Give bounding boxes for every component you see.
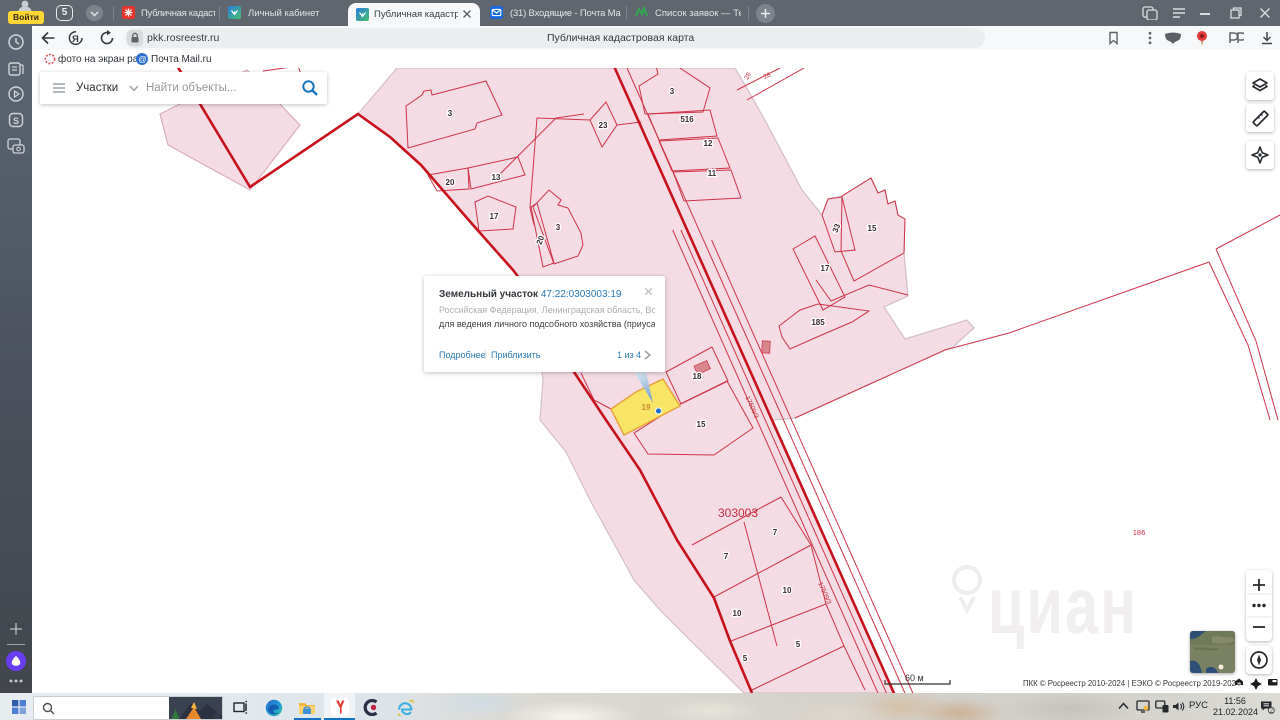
svg-text:7: 7 bbox=[773, 528, 778, 537]
svg-text:60 м: 60 м bbox=[905, 673, 924, 683]
svg-text:23: 23 bbox=[599, 121, 608, 130]
svg-text:10: 10 bbox=[733, 609, 742, 618]
svg-text:11: 11 bbox=[708, 169, 717, 178]
svg-text:13: 13 bbox=[492, 173, 501, 182]
svg-text:S: S bbox=[13, 116, 19, 126]
svg-text:17: 17 bbox=[821, 264, 830, 273]
svg-text:3: 3 bbox=[670, 87, 675, 96]
svg-text:12: 12 bbox=[704, 139, 713, 148]
svg-text:3: 3 bbox=[556, 223, 561, 232]
svg-text:15: 15 bbox=[868, 224, 877, 233]
svg-text:3: 3 bbox=[448, 109, 453, 118]
svg-text:19: 19 bbox=[642, 403, 651, 412]
svg-text:516: 516 bbox=[680, 115, 694, 124]
svg-text:28: 28 bbox=[743, 71, 753, 81]
svg-text:циан: циан bbox=[988, 561, 1138, 651]
svg-text:17: 17 bbox=[490, 212, 499, 221]
svg-text:186: 186 bbox=[1133, 528, 1146, 537]
svg-text:5: 5 bbox=[796, 640, 801, 649]
svg-text:5: 5 bbox=[743, 654, 748, 663]
svg-text:18: 18 bbox=[693, 372, 702, 381]
svg-text:@: @ bbox=[138, 54, 147, 64]
svg-text:ПКК © Росреестр 2010-2024 | ЕЭ: ПКК © Росреестр 2010-2024 | ЕЭКО © Росре… bbox=[1023, 679, 1241, 688]
svg-text:15: 15 bbox=[697, 420, 706, 429]
svg-text:Я: Я bbox=[72, 34, 79, 45]
svg-text:2: 2 bbox=[1270, 709, 1273, 714]
svg-text:303003: 303003 bbox=[718, 506, 758, 520]
svg-text:20: 20 bbox=[446, 178, 455, 187]
svg-text:185: 185 bbox=[811, 318, 825, 327]
svg-text:10: 10 bbox=[783, 586, 792, 595]
svg-text:7: 7 bbox=[724, 552, 729, 561]
